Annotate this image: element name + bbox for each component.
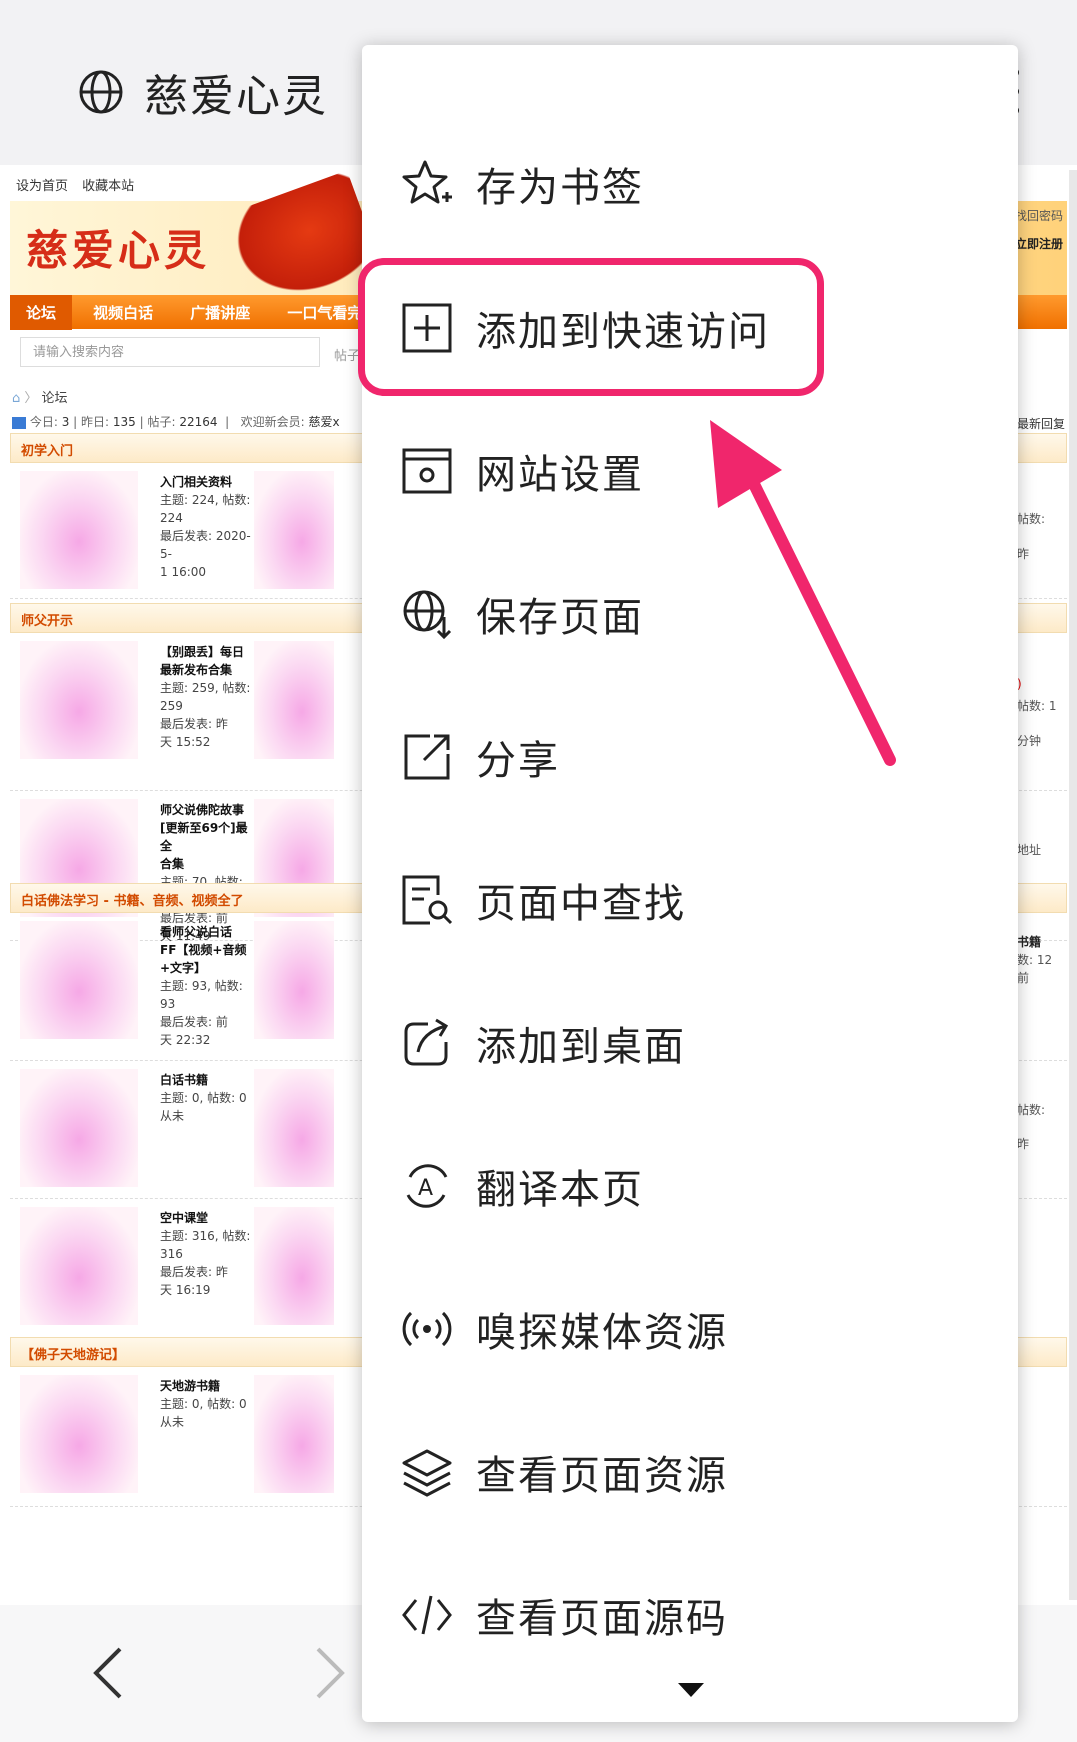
breadcrumb-forum[interactable]: 论坛 xyxy=(42,391,68,406)
star-plus-icon xyxy=(402,160,452,204)
search-input[interactable]: 请输入搜索内容 xyxy=(20,337,320,367)
menu-item-page-resources[interactable]: 查看页面资源 xyxy=(400,1427,728,1517)
menu-item-media-sniff[interactable]: 嗅探媒体资源 xyxy=(400,1284,728,1374)
nav-forum[interactable]: 论坛 xyxy=(10,295,73,330)
translate-icon: A xyxy=(406,1164,448,1208)
menu-item-find-in-page[interactable]: 页面中查找 xyxy=(400,855,686,945)
menu-item-bookmark[interactable]: 存为书签 xyxy=(400,139,644,229)
menu-item-save-page[interactable]: 保存页面 xyxy=(400,569,644,659)
search-scope[interactable]: 帖子 xyxy=(334,345,360,364)
menu-item-add-to-desktop[interactable]: 添加到桌面 xyxy=(400,998,686,1088)
lotus-image xyxy=(254,471,334,589)
chevron-left-icon[interactable] xyxy=(88,1643,128,1703)
register-link[interactable]: 立即注册 xyxy=(1015,235,1063,252)
highlight-box xyxy=(358,258,824,396)
forum-stats: 今日: 3 | 昨日: 135 | 帖子: 22164 | 欢迎新会员: 慈爱x xyxy=(12,413,340,430)
lotus-image xyxy=(20,641,138,759)
set-homepage-link[interactable]: 设为首页 xyxy=(16,179,68,194)
menu-item-view-source[interactable]: 查看页面源码 xyxy=(400,1570,728,1660)
lotus-image xyxy=(254,921,334,1039)
menu-item-site-settings[interactable]: 网站设置 xyxy=(400,426,644,516)
lotus-image xyxy=(254,1375,334,1493)
svg-text:A: A xyxy=(418,1176,433,1201)
top-links: 设为首页 收藏本站 xyxy=(16,175,144,194)
globe-icon xyxy=(79,70,123,114)
lotus-image xyxy=(254,1207,334,1325)
menu-item-translate[interactable]: A 翻译本页 xyxy=(400,1141,644,1231)
lotus-image xyxy=(20,471,138,589)
nav-radio[interactable]: 广播讲座 xyxy=(174,295,266,330)
lotus-image xyxy=(254,641,334,759)
site-title: 慈爱心灵 xyxy=(144,71,328,122)
lotus-image xyxy=(254,1069,334,1187)
site-logo[interactable]: 慈爱心灵 xyxy=(26,217,210,278)
globe-download-icon xyxy=(403,590,452,640)
bookmark-site-link[interactable]: 收藏本站 xyxy=(82,179,134,194)
add-to-desktop-icon xyxy=(404,1018,449,1066)
chevron-right-icon[interactable] xyxy=(310,1643,350,1703)
stats-icon xyxy=(12,416,26,429)
layers-icon xyxy=(402,1449,452,1497)
site-settings-icon xyxy=(402,448,452,494)
home-icon[interactable]: ⌂ xyxy=(12,391,20,406)
share-icon xyxy=(404,734,450,780)
lotus-image xyxy=(20,1069,138,1187)
page-scrollbar[interactable] xyxy=(1069,170,1077,1600)
caret-down-icon[interactable] xyxy=(678,1683,704,1697)
lotus-image xyxy=(20,1375,138,1493)
forgot-password-link[interactable]: 找回密码 xyxy=(1015,207,1063,224)
find-in-page-icon xyxy=(402,875,453,925)
breadcrumb: ⌂ 〉 论坛 xyxy=(12,391,68,406)
menu-item-share[interactable]: 分享 xyxy=(400,712,560,802)
nav-video[interactable]: 视频白话 xyxy=(77,295,169,330)
media-sniff-icon xyxy=(402,1311,452,1347)
lotus-image xyxy=(20,921,138,1039)
address-bar[interactable]: 慈爱心灵 xyxy=(78,60,328,124)
latest-reply-label[interactable]: 最新回复 xyxy=(1017,415,1065,432)
lotus-image xyxy=(20,1207,138,1325)
code-icon xyxy=(402,1595,452,1635)
